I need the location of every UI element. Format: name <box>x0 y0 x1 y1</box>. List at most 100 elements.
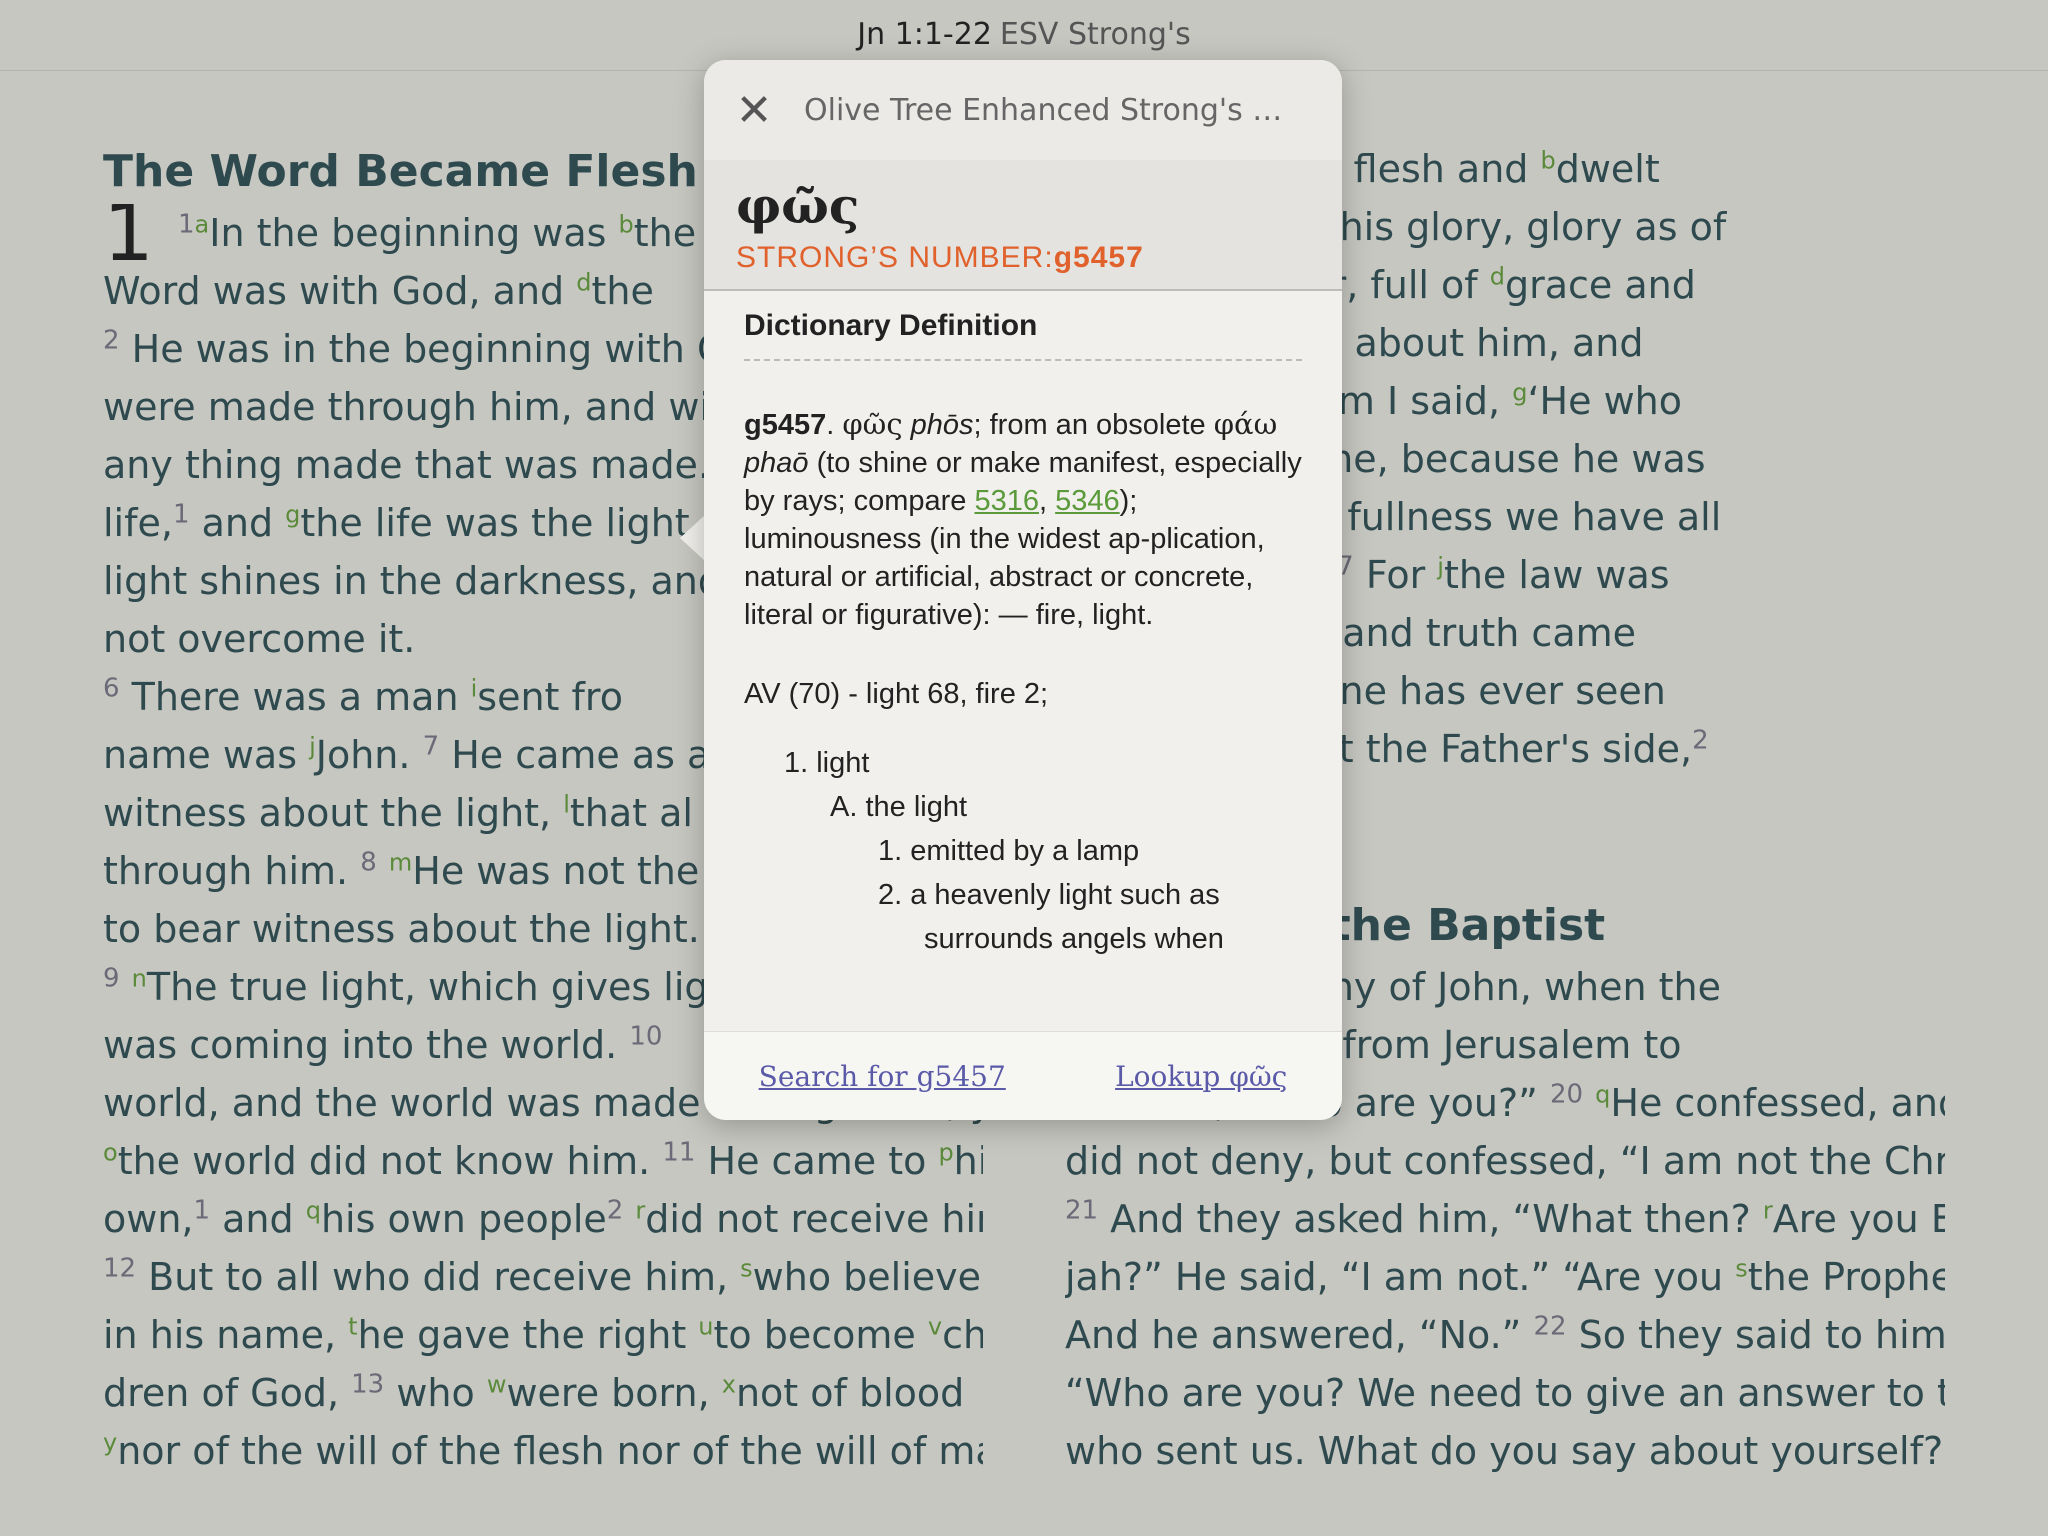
footnote-marker[interactable]: l <box>563 790 570 818</box>
footnote-marker[interactable]: u <box>698 1312 713 1340</box>
scripture-text[interactable]: did not receive him. <box>645 1197 983 1241</box>
scripture-text[interactable]: sent fro <box>477 675 623 719</box>
verse-number[interactable]: 13 <box>351 1369 384 1399</box>
scripture-text[interactable]: own, <box>103 1197 194 1241</box>
scripture-text[interactable]: any thing made that was made. <box>103 443 710 487</box>
verse-number[interactable]: 10 <box>629 1021 662 1051</box>
scripture-text[interactable]: the <box>591 269 653 313</box>
verse-number[interactable]: 12 <box>103 1253 136 1283</box>
verse-number[interactable]: 1 <box>194 1195 211 1225</box>
scripture-text[interactable]: in his name, <box>103 1313 348 1357</box>
footnote-marker[interactable]: d <box>1490 262 1505 290</box>
scripture-text[interactable]: John. <box>316 733 423 777</box>
close-icon[interactable]: ✕ <box>704 85 804 136</box>
scripture-text[interactable]: to bear witness about the light. <box>103 907 700 951</box>
footnote-marker[interactable]: y <box>103 1428 117 1456</box>
scripture-text[interactable]: who believed <box>753 1255 983 1299</box>
scripture-text[interactable]: who sent us. What do you say about yours… <box>1065 1429 1945 1473</box>
verse-number[interactable]: 8 <box>360 847 377 877</box>
footnote-marker[interactable]: m <box>389 848 412 876</box>
scripture-text[interactable]: ‘He who <box>1527 379 1682 423</box>
footnote-marker[interactable]: w <box>487 1370 507 1398</box>
footnote-marker[interactable]: q <box>306 1196 321 1224</box>
scripture-text[interactable]: So they said to him, <box>1567 1313 1945 1357</box>
scripture-text[interactable]: “Who are you? We need to give an answer … <box>1065 1371 1945 1415</box>
scripture-text[interactable]: For <box>1354 553 1438 597</box>
scripture-text[interactable] <box>623 1197 635 1241</box>
verse-number[interactable]: 21 <box>1065 1195 1098 1225</box>
scripture-text[interactable]: his fullness we have all <box>1281 495 1722 539</box>
scripture-text[interactable]: not overcome it. <box>103 617 415 661</box>
scripture-text[interactable]: who <box>384 1371 487 1415</box>
search-strongs-link[interactable]: Search for g5457 <box>759 1060 1006 1093</box>
link-5346[interactable]: 5346 <box>1055 485 1120 517</box>
link-5316[interactable]: 5316 <box>974 485 1039 517</box>
scripture-text[interactable]: The true light, which gives lig <box>147 965 709 1009</box>
footnote-marker[interactable]: r <box>635 1196 645 1224</box>
scripture-text[interactable]: his own people <box>321 1197 607 1241</box>
verse-number[interactable]: 9 <box>103 963 120 993</box>
scripture-text[interactable]: light shines in the darkness, and th <box>103 559 773 603</box>
footnote-marker[interactable]: s <box>740 1254 753 1282</box>
scripture-text[interactable]: He confessed, and <box>1610 1081 1945 1125</box>
scripture-text[interactable]: The Word Became Flesh <box>103 146 698 197</box>
scripture-text[interactable]: to become <box>714 1313 928 1357</box>
scripture-text[interactable]: dwelt <box>1556 147 1660 191</box>
scripture-text[interactable]: through him. <box>103 849 360 893</box>
footnote-marker[interactable]: t <box>348 1312 357 1340</box>
scripture-text[interactable] <box>166 211 178 255</box>
footnote-marker[interactable]: o <box>103 1138 118 1166</box>
scripture-text[interactable]: he gave the right <box>358 1313 699 1357</box>
footnote-marker[interactable]: b <box>619 210 634 238</box>
scripture-text[interactable]: that al <box>570 791 693 835</box>
scripture-text[interactable] <box>1583 1081 1595 1125</box>
scripture-text[interactable]: nor of the will of the flesh nor of the … <box>117 1429 983 1473</box>
scripture-text[interactable]: chil- <box>942 1313 983 1357</box>
scripture-text[interactable] <box>377 849 389 893</box>
scripture-text[interactable]: He came as a <box>439 733 722 777</box>
scripture-text[interactable]: In the beginning was <box>209 211 618 255</box>
scripture-text[interactable]: dren of God, <box>103 1371 351 1415</box>
scripture-text[interactable]: the Prophet?” <box>1748 1255 1945 1299</box>
scripture-text[interactable]: and <box>210 1197 306 1241</box>
scripture-text[interactable]: And he answered, “No.” <box>1065 1313 1533 1357</box>
scripture-text[interactable]: There was a man <box>120 675 471 719</box>
footnote-marker[interactable]: s <box>1735 1254 1748 1282</box>
footnote-marker[interactable]: x <box>722 1370 736 1398</box>
lookup-word-link[interactable]: Lookup φῶς <box>1115 1060 1287 1093</box>
scripture-text[interactable]: his <box>954 1139 983 1183</box>
bible-version[interactable]: ESV Strong's <box>1000 17 1191 52</box>
verse-number[interactable]: 2 <box>1692 725 1709 755</box>
footnote-marker[interactable]: v <box>928 1312 942 1340</box>
verse-number[interactable]: 2 <box>103 325 120 355</box>
scripture-text[interactable]: did not deny, but confessed, “I am not t… <box>1065 1139 1945 1183</box>
verse-number[interactable]: 7 <box>423 731 440 761</box>
chapter-number[interactable]: 1 <box>103 204 154 262</box>
verse-number[interactable]: 20 <box>1550 1079 1583 1109</box>
verse-number[interactable]: 11 <box>662 1137 695 1167</box>
verse-number[interactable]: 6 <box>103 673 120 703</box>
footnote-marker[interactable]: a <box>195 210 210 238</box>
footnote-marker[interactable]: g <box>285 500 300 528</box>
scripture-text[interactable]: the world did not know him. <box>118 1139 663 1183</box>
footnote-marker[interactable]: n <box>132 964 147 992</box>
footnote-marker[interactable]: q <box>1595 1080 1610 1108</box>
footnote-marker[interactable]: g <box>1512 378 1527 406</box>
scripture-text[interactable]: He was in the beginning with Go <box>120 327 750 371</box>
scripture-text[interactable]: were born, <box>506 1371 721 1415</box>
footnote-marker[interactable]: j <box>309 732 316 760</box>
footnote-marker[interactable]: r <box>1763 1196 1773 1224</box>
verse-number[interactable]: 2 <box>607 1195 624 1225</box>
scripture-text[interactable]: witness about the light, <box>103 791 563 835</box>
scripture-text[interactable]: was coming into the world. <box>103 1023 629 1067</box>
scripture-text[interactable]: He came to <box>695 1139 938 1183</box>
scripture-text[interactable]: Word was with God, and <box>103 269 576 313</box>
scripture-text[interactable]: were made through him, and witho <box>103 385 772 429</box>
verse-number[interactable]: 1 <box>173 499 190 529</box>
scripture-text[interactable]: the <box>634 211 696 255</box>
passage-reference[interactable]: Jn 1:1-22 <box>857 17 992 52</box>
footnote-marker[interactable]: p <box>938 1138 953 1166</box>
scripture-text[interactable]: not of blood <box>736 1371 964 1415</box>
scripture-text[interactable]: name was <box>103 733 309 777</box>
verse-number[interactable]: 1 <box>178 209 195 239</box>
